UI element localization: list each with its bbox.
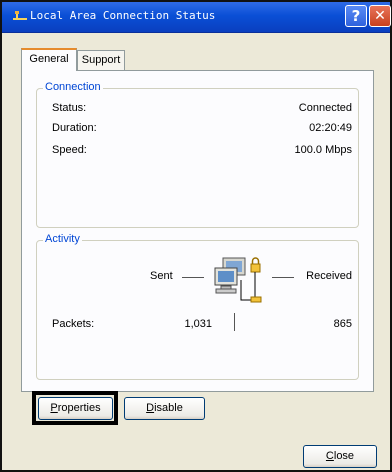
disable-label: isable [154, 402, 183, 414]
activity-legend: Activity [43, 233, 82, 245]
status-value: Connected [298, 102, 352, 114]
properties-label: roperties [57, 402, 101, 414]
properties-button[interactable]: Properties [38, 397, 113, 420]
received-line [272, 277, 294, 278]
sent-label: Sent [150, 270, 173, 282]
packets-received-value: 865 [333, 318, 352, 330]
duration-value: 02:20:49 [309, 122, 352, 134]
speed-label: Speed: [52, 144, 87, 156]
packets-divider [234, 313, 235, 331]
sent-line [182, 277, 204, 278]
duration-label: Duration: [52, 122, 97, 134]
close-button[interactable]: Close [303, 445, 377, 468]
packets-sent-value: 1,031 [184, 318, 212, 330]
tab-general[interactable]: General [21, 48, 77, 71]
disable-button[interactable]: Disable [124, 397, 205, 420]
tab-support[interactable]: Support [77, 50, 125, 70]
close-window-button[interactable]: ✕ [369, 5, 391, 27]
window-title: Local Area Connection Status [30, 9, 216, 22]
dialog-window: Local Area Connection Status ? ✕ General… [0, 0, 392, 472]
status-label: Status: [52, 102, 87, 114]
title-bar[interactable]: Local Area Connection Status ? ✕ [2, 2, 391, 33]
received-label: Received [306, 270, 352, 282]
connection-legend: Connection [43, 81, 103, 93]
help-button[interactable]: ? [345, 5, 367, 27]
activity-group: Activity [36, 233, 359, 380]
close-label: lose [333, 450, 355, 462]
properties-mnemonic: P [50, 402, 58, 414]
speed-value: 100.0 Mbps [294, 144, 352, 156]
network-computers-icon [214, 257, 262, 303]
network-connection-icon [13, 11, 27, 20]
close-mnemonic: C [325, 450, 334, 462]
disable-mnemonic: D [146, 402, 155, 414]
packets-label: Packets: [52, 318, 95, 330]
